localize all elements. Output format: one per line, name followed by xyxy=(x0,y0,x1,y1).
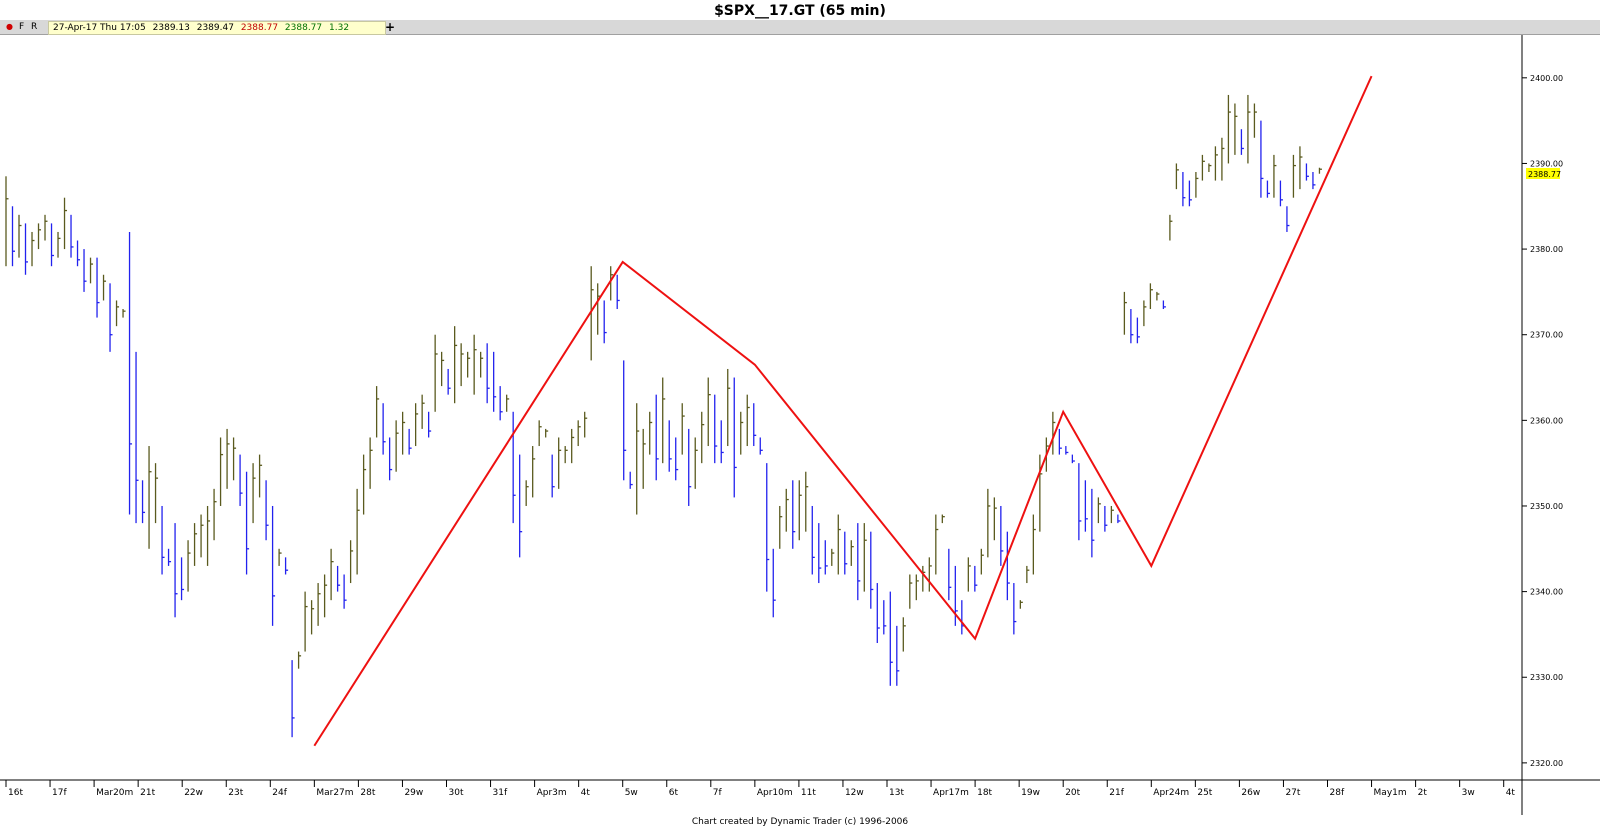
x-tick-label: May1m xyxy=(1374,788,1407,798)
x-tick-label: 29w xyxy=(404,788,423,798)
x-tick-label: 12w xyxy=(845,788,864,798)
x-tick-label: 18t xyxy=(977,788,992,798)
x-tick-label: Apr24m xyxy=(1153,788,1189,798)
quote-change: 1.32 xyxy=(329,23,350,33)
x-tick-label: 4t xyxy=(581,788,591,798)
y-tick-label: 2380.00 xyxy=(1530,245,1563,254)
x-tick-label: 28f xyxy=(1330,788,1345,798)
y-tick-label: 2320.00 xyxy=(1530,759,1563,768)
x-tick-label: 3w xyxy=(1462,788,1475,798)
x-tick-label: 25t xyxy=(1197,788,1212,798)
y-tick-label: 2330.00 xyxy=(1530,673,1563,682)
y-tick-label: 2370.00 xyxy=(1530,331,1563,340)
x-tick-label: 23t xyxy=(228,788,243,798)
x-tick-label: 11t xyxy=(801,788,816,798)
quote-high: 2389.47 xyxy=(196,23,234,33)
title-bar: $SPX__17.GT (65 min) xyxy=(0,0,1600,21)
y-tick-label: 2340.00 xyxy=(1530,588,1563,597)
f-button[interactable]: F xyxy=(19,20,24,34)
x-tick-label: 27t xyxy=(1285,788,1300,798)
price-chart: 2320.00 2330.00 2340.00 2350.00 2360.00 2370.… xyxy=(0,35,1600,815)
x-tick-label: 13t xyxy=(889,788,904,798)
x-tick-label: 22w xyxy=(184,788,203,798)
quote-open: 2389.13 xyxy=(152,23,190,33)
y-tick-label: 2350.00 xyxy=(1530,502,1563,511)
x-tick-label: Mar20m xyxy=(96,788,133,798)
status-dot-icon: ● xyxy=(6,22,13,31)
x-tick-label: 31f xyxy=(493,788,508,798)
x-tick-label: 20t xyxy=(1065,788,1080,798)
x-tick-label: 26w xyxy=(1241,788,1260,798)
x-tick-label: 19w xyxy=(1021,788,1040,798)
x-tick-label: 16t xyxy=(8,788,23,798)
quote-close: 2388.77 xyxy=(284,23,323,33)
x-tick-label: 7f xyxy=(713,788,723,798)
chart-title: $SPX__17.GT (65 min) xyxy=(714,3,886,19)
x-tick-label: Mar27m xyxy=(316,788,353,798)
r-button[interactable]: R xyxy=(31,20,37,34)
x-tick-label: 6t xyxy=(669,788,679,798)
x-tick-label: 30t xyxy=(449,788,464,798)
x-tick-label: 24f xyxy=(272,788,287,798)
add-button[interactable]: + xyxy=(384,20,396,34)
quote-box: 27-Apr-17 Thu 17:05 2389.13 2389.47 2388… xyxy=(48,21,386,35)
x-tick-label: 21t xyxy=(140,788,155,798)
x-tick-label: 17f xyxy=(52,788,67,798)
last-price-label: 2388.77 xyxy=(1528,170,1561,179)
quote-low: 2388.77 xyxy=(240,23,279,33)
y-tick-label: 2390.00 xyxy=(1530,159,1563,168)
x-tick-label: 21f xyxy=(1109,788,1124,798)
x-tick-label: Apr3m xyxy=(537,788,567,798)
chart-background xyxy=(0,35,1600,815)
x-tick-label: 5w xyxy=(625,788,638,798)
quote-toolbar: ● F R 27-Apr-17 Thu 17:05 2389.13 2389.4… xyxy=(0,20,1600,35)
x-tick-label: 4t xyxy=(1506,788,1516,798)
x-tick-label: Apr10m xyxy=(757,788,793,798)
y-tick-label: 2400.00 xyxy=(1530,74,1563,83)
x-tick-label: Apr17m xyxy=(933,788,969,798)
quote-datetime: 27-Apr-17 Thu 17:05 xyxy=(53,23,146,33)
x-tick-label: 2t xyxy=(1418,788,1428,798)
footer-credit: Chart created by Dynamic Trader (c) 1996… xyxy=(691,817,909,827)
y-tick-label: 2360.00 xyxy=(1530,416,1563,425)
x-tick-label: 28t xyxy=(360,788,375,798)
